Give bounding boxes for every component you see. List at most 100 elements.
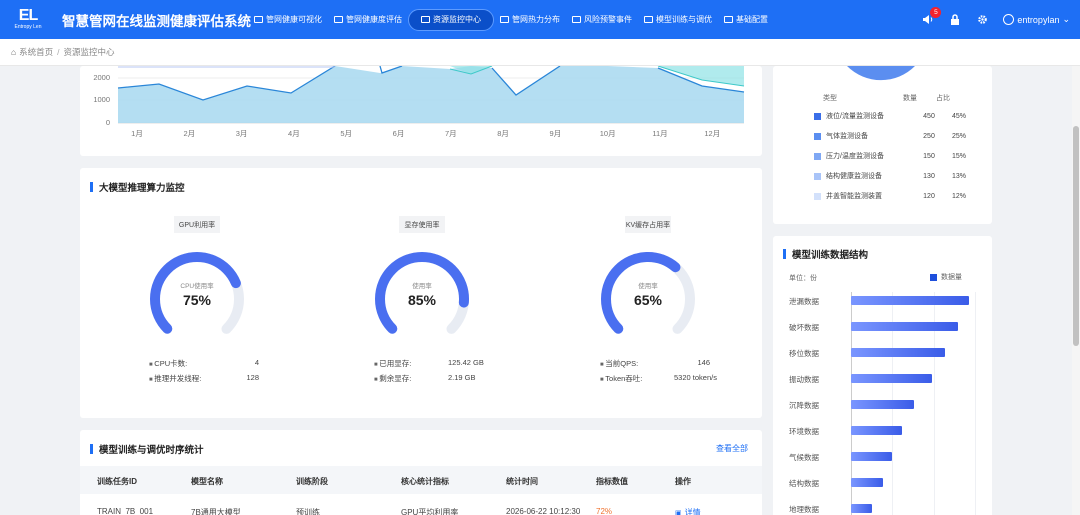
device-swatch [814, 152, 821, 160]
device-name: 气体监测设备 [826, 133, 868, 140]
stat-key: 已用显存: [374, 358, 454, 369]
bar-mark [851, 504, 873, 513]
area-chart-card: 2000 1000 0 1月 2月 3月 4月 5月 6月 7月 8月 9月 10月 11月 12月 [80, 65, 762, 156]
device-ratio: 45% [951, 112, 966, 120]
nav-label: 管网健康可视化 [266, 15, 322, 24]
gauge-inner-label: 使用率 [638, 283, 658, 290]
bar-category-label: 结构数据 [789, 479, 819, 488]
bar-category-label: 振动数据 [789, 375, 819, 384]
clipboard-icon [334, 16, 343, 23]
bar-category-label: 沉降数据 [789, 401, 819, 410]
bar-mark [851, 400, 914, 409]
page-scrollbar[interactable] [1072, 66, 1080, 515]
nav-item-6[interactable]: 基础配置 [718, 9, 774, 31]
x-tick-label: 5月 [340, 129, 353, 138]
bar-category-label: 气候数据 [789, 453, 819, 462]
stat-key: CPU卡数: [149, 358, 229, 369]
chart-icon [644, 16, 653, 23]
bar-category-label: 移位数据 [789, 349, 819, 358]
x-tick-label: 4月 [288, 129, 300, 138]
bar-mark [851, 452, 893, 461]
gauge-title: 显存使用率 [399, 216, 445, 233]
device-row: 气体监测设备 250 25% [814, 131, 974, 141]
bar-category-label: 地理数据 [789, 505, 819, 514]
detail-link[interactable]: ▣ 详情 [675, 507, 701, 515]
x-tick-label: 3月 [235, 129, 248, 138]
y-tick-label: 0 [105, 118, 110, 127]
nav-item-2[interactable]: 资源监控中心 [408, 8, 494, 31]
col-ratio: 占比 [936, 95, 950, 102]
nav-item-1[interactable]: 管网健康度评估 [328, 9, 408, 31]
table-header-cell: 操作 [675, 477, 691, 486]
nav-item-3[interactable]: 管网热力分布 [494, 9, 566, 31]
gauge-value: 85% [407, 292, 437, 308]
lock-button[interactable] [949, 14, 961, 26]
device-name: 结构健康监测设备 [826, 173, 882, 180]
nav-item-4[interactable]: 风险预警事件 [566, 9, 638, 31]
device-swatch [814, 132, 821, 140]
detail-label: 详情 [684, 508, 701, 515]
nav-item-5[interactable]: 模型训练与调优 [638, 9, 718, 31]
x-tick-label: 11月 [652, 129, 668, 138]
stat-key: Token吞吐: [600, 373, 680, 384]
notification-button[interactable]: 5 [922, 6, 942, 26]
user-menu[interactable]: entropylan ⌄ [1003, 14, 1070, 25]
nav-label: 管网热力分布 [512, 15, 560, 24]
breadcrumb: ⌂ 系统首页 / 资源监控中心 [0, 39, 1080, 66]
device-row: 井盖智能监测装置 120 12% [814, 191, 974, 201]
table-header-cell: 统计时间 [506, 477, 538, 486]
table-cell: GPU平均利用率 [401, 508, 459, 515]
scrollbar-thumb[interactable] [1073, 126, 1079, 346]
gauge-value: 65% [633, 292, 663, 308]
area-series-1 [118, 66, 744, 123]
gauge-title: GPU利用率 [174, 216, 220, 233]
device-ratio: 12% [951, 192, 966, 200]
logo-subtitle: Entropy Len [14, 24, 42, 30]
nav-label: 管网健康度评估 [346, 15, 402, 24]
x-tick-label: 8月 [497, 129, 509, 138]
device-pie-chart [847, 66, 915, 81]
gauge-stat-row: 剩余显存:2.19 GB [374, 373, 508, 384]
stat-value: 146 [697, 358, 710, 367]
logo-mark: EL [18, 7, 38, 24]
gauge-value: 75% [182, 292, 212, 308]
table-cell: TRAIN_7B_001 [97, 507, 154, 515]
lock-icon [951, 14, 960, 25]
device-name: 井盖智能监测装置 [826, 193, 882, 200]
nav-item-0[interactable]: 管网健康可视化 [248, 9, 328, 31]
gear-icon [978, 15, 987, 24]
home-icon: ⌂ [11, 47, 17, 57]
chevron-down-icon: ⌄ [1062, 14, 1070, 24]
legend-label: 数据量 [941, 274, 962, 281]
x-tick-label: 1月 [131, 129, 143, 138]
breadcrumb-home[interactable]: 系统首页 [19, 46, 53, 58]
gauge-stat-row: CPU卡数: 4 [149, 358, 259, 369]
device-name: 液位/流量监测设备 [826, 113, 884, 120]
settings-button[interactable] [976, 14, 988, 26]
bar-mark [851, 374, 933, 383]
table-cell: 2026-06-22 10:12:30 [506, 507, 581, 515]
bar-mark [851, 478, 883, 487]
device-count: 150 [923, 152, 935, 160]
bar-mark [851, 426, 902, 435]
gauge-stat-row: 当前QPS: 146 [600, 358, 710, 369]
device-row: 结构健康监测设备 130 13% [814, 171, 974, 181]
gauge-stat-row: 已用显存:125.42 GB [374, 358, 508, 369]
nav-label: 资源监控中心 [433, 15, 481, 24]
table-cell: 预训练 [296, 508, 320, 515]
app-logo[interactable]: EL Entropy Len [8, 0, 48, 39]
table-header-cell: 核心统计指标 [401, 477, 449, 486]
device-distribution-card: 类型 数量 占比 液位/流量监测设备 450 45% 气体监测设备 250 25% 压力/温… [773, 66, 992, 224]
stat-key: 推理并发线程: [149, 373, 229, 384]
view-all-link[interactable]: 查看全部 [716, 443, 748, 454]
device-swatch [814, 112, 821, 120]
settings-icon [724, 16, 733, 23]
compute-monitor-title: 大模型推理算力监控 [90, 180, 185, 194]
device-count: 250 [923, 132, 935, 140]
nav-label: 风险预警事件 [584, 15, 632, 24]
stat-value: 5320 token/s [674, 373, 717, 382]
gauge-stat-row: 推理并发线程: 128 [149, 373, 259, 384]
table-header-cell: 指标数值 [596, 477, 628, 486]
x-tick-label: 10月 [599, 129, 616, 138]
device-count: 120 [923, 192, 935, 200]
